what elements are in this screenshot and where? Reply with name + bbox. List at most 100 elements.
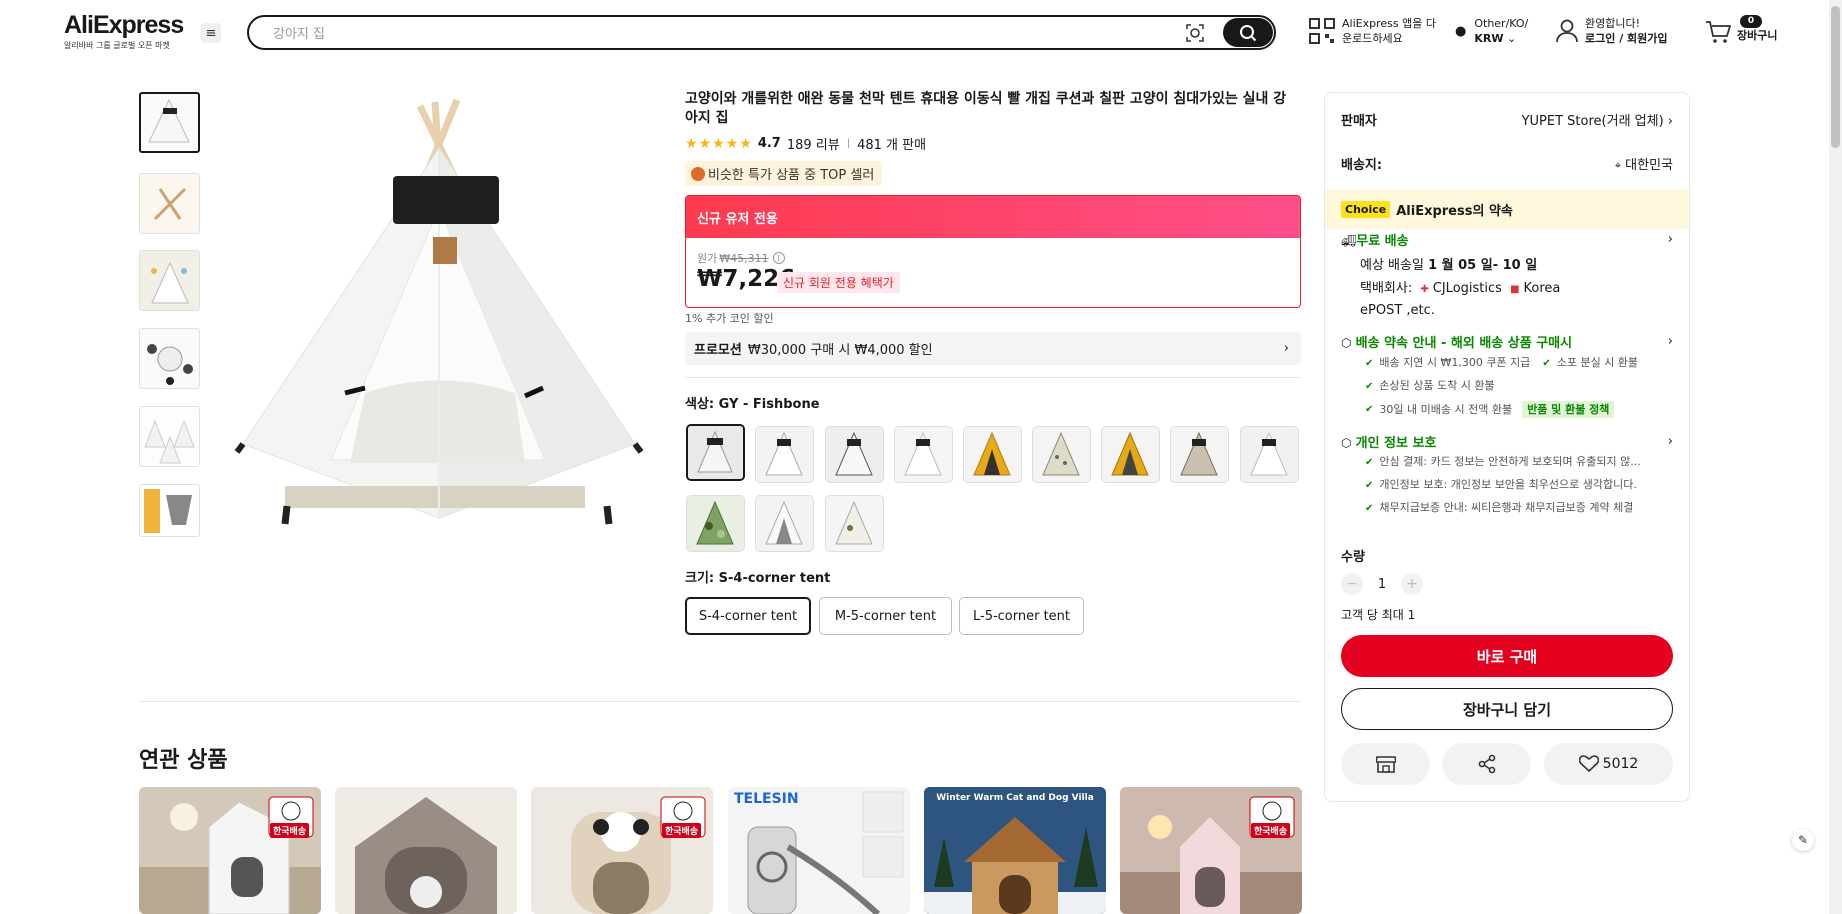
size-option-l[interactable]: L-5-corner tent <box>959 597 1084 635</box>
related-product-card[interactable]: 한국배송 <box>531 787 713 914</box>
color-swatch-9[interactable] <box>1240 426 1299 483</box>
related-product-card[interactable] <box>335 787 517 914</box>
color-swatch-7[interactable] <box>1101 426 1160 483</box>
color-swatch-5[interactable] <box>963 426 1022 483</box>
related-product-card[interactable]: 한국배송 <box>1120 787 1302 914</box>
privacy-text: 안심 결제: 카드 정보는 안전하게 보호되며 유출되지 않... <box>1379 455 1641 468</box>
increase-button[interactable]: + <box>1401 573 1423 595</box>
section-divider <box>139 701 1301 702</box>
separator: | <box>846 138 851 149</box>
refund-policy-tag[interactable]: 반품 및 환불 정책 <box>1522 401 1615 418</box>
main-product-image[interactable] <box>225 88 665 533</box>
size-option-m[interactable]: M-5-corner tent <box>819 597 952 635</box>
color-swatch-4[interactable] <box>894 426 953 483</box>
scrollbar-thumb[interactable] <box>1831 6 1840 148</box>
color-swatch-6[interactable] <box>1032 426 1091 483</box>
quantity-stepper[interactable]: − 1 + <box>1341 573 1423 595</box>
free-shipping-row[interactable]: 🚚︎무료 배송 › <box>1341 230 1673 249</box>
account-menu[interactable]: 환영합니다! 로그인 / 회원가입 <box>1556 16 1668 46</box>
chevron-down-icon: ⌄ <box>1506 32 1517 45</box>
color-swatch-3[interactable] <box>825 426 884 483</box>
delivery-eta: 예상 배송일 1 월 05 일- 10 일 <box>1360 254 1537 273</box>
shield-check-icon: ⬡ <box>1341 436 1352 450</box>
color-swatch-11[interactable] <box>755 495 814 552</box>
search-bar[interactable]: 강아지 집 <box>247 15 1276 50</box>
ship-to-value[interactable]: 대한민국 <box>1625 158 1673 173</box>
quantity-value[interactable]: 1 <box>1363 577 1401 592</box>
app-download-line2: 운로드하세요 <box>1342 32 1403 45</box>
welcome-text: 환영합니다! <box>1585 17 1641 30</box>
buy-now-button[interactable]: 바로 구매 <box>1341 635 1673 677</box>
size-option-s[interactable]: S-4-corner tent <box>685 597 811 635</box>
thumbnail-4[interactable] <box>139 328 200 389</box>
check-icon: ✔ <box>1365 457 1374 468</box>
top-seller-text: 비슷한 특가 상품 중 TOP 셀러 <box>708 168 875 183</box>
privacy-item: ✔ 개인정보 보호: 개인정보 보안을 최우선으로 생각합니다. <box>1365 477 1637 493</box>
related-product-card[interactable]: Winter Warm Cat and Dog Villa <box>924 787 1106 914</box>
quantity-label: 수량 <box>1341 550 1365 565</box>
carrier-info: 택배회사: ✚ CJLogistics ■ Korea ePOST ,etc. <box>1360 278 1660 321</box>
rating-value: 4.7 <box>757 136 781 151</box>
thumbnail-5[interactable] <box>139 406 200 467</box>
seller-name[interactable]: YUPET Store(거래 업체) <box>1522 114 1664 129</box>
color-swatch-8[interactable] <box>1170 426 1229 483</box>
promotion-row[interactable]: 프로모션 ₩30,000 구매 시 ₩4,000 할인 › <box>685 332 1301 365</box>
carrier-2: Korea <box>1523 281 1561 296</box>
product-title: 고양이와 개를위한 애완 동물 천막 텐트 휴대용 이동식 빨 개집 쿠션과 칠… <box>685 91 1287 126</box>
logo-text: AliExpress <box>64 11 184 39</box>
region-line1: Other/KO/ <box>1474 17 1529 30</box>
wishlist-button[interactable]: 5012 <box>1544 743 1673 785</box>
aliexpress-logo[interactable]: AliExpress 알리바바 그룹 글로벌 오픈 마켓 <box>64 12 184 51</box>
login-link[interactable]: 로그인 / 회원가입 <box>1585 32 1668 45</box>
check-icon: ✔ <box>1365 358 1374 369</box>
check-icon: ✔ <box>1365 503 1374 514</box>
color-label: 색상: GY - Fishbone <box>685 397 820 412</box>
add-to-cart-button[interactable]: 장바구니 담기 <box>1341 688 1673 730</box>
free-shipping-label: 무료 배송 <box>1356 234 1409 249</box>
star-icon: ★ <box>698 135 712 152</box>
decrease-button[interactable]: − <box>1341 573 1363 595</box>
color-swatch-1[interactable] <box>686 424 745 481</box>
edit-pencil-icon[interactable]: ✎ <box>1792 829 1814 851</box>
color-swatch-12[interactable] <box>825 495 884 552</box>
privacy-row[interactable]: ⬡ 개인 정보 보호 › <box>1341 432 1673 451</box>
app-download-line1: AliExpress 앱을 다 <box>1342 17 1436 30</box>
store-button[interactable] <box>1341 743 1430 785</box>
wishlist-count: 5012 <box>1602 756 1639 772</box>
privacy-text: 채무지급보증 안내: 씨티은행과 채무지급보증 계약 체결 <box>1379 501 1634 514</box>
carrier-1: CJLogistics <box>1432 281 1502 296</box>
image-search-icon[interactable] <box>1183 21 1207 45</box>
thumbnail-1[interactable] <box>139 92 200 153</box>
check-icon: ✔ <box>1365 404 1374 415</box>
star-icon: ★ <box>739 135 752 152</box>
share-button[interactable] <box>1442 743 1531 785</box>
promotion-label: 프로모션 <box>694 343 742 358</box>
check-icon: ✔ <box>1542 358 1551 369</box>
seller-label: 판매자 <box>1341 114 1377 129</box>
ship-to-row[interactable]: 배송지: ⌖ 대한민국 <box>1341 154 1673 173</box>
thumbnail-3[interactable] <box>139 250 200 311</box>
seller-row[interactable]: 판매자 YUPET Store(거래 업체) › <box>1341 110 1673 129</box>
menu-icon[interactable]: ≡ <box>201 23 221 43</box>
choice-text: AliExpress의 약속 <box>1396 203 1513 219</box>
info-icon[interactable]: i <box>772 252 785 264</box>
color-swatch-10[interactable] <box>686 495 745 552</box>
promotion-text: ₩30,000 구매 시 ₩4,000 할인 <box>747 343 933 358</box>
related-product-card[interactable]: 한국배송 <box>139 787 321 914</box>
app-download[interactable]: AliExpress 앱을 다운로드하세요 <box>1309 16 1436 46</box>
thumbnail-6[interactable] <box>139 484 200 537</box>
chevron-right-icon: › <box>1667 114 1673 129</box>
privacy-item: ✔ 안심 결제: 카드 정보는 안전하게 보호되며 유출되지 않... <box>1365 454 1641 470</box>
card-tag: 한국배송 <box>270 823 310 838</box>
related-product-card[interactable]: TELESIN <box>728 787 910 914</box>
heart-icon <box>1578 755 1599 773</box>
color-swatch-2[interactable] <box>755 426 814 483</box>
thumbnail-2[interactable] <box>139 173 200 234</box>
price-tag: 신규 회원 전용 혜택가 <box>777 272 900 293</box>
review-count[interactable]: 189 리뷰 <box>787 134 840 153</box>
search-input[interactable]: 강아지 집 <box>273 23 1183 42</box>
search-button[interactable] <box>1223 18 1273 47</box>
region-selector[interactable]: ● Other/KO/KRW ⌄ <box>1455 16 1528 46</box>
delivery-promise-row[interactable]: ⬡ 배송 약속 안내 - 해외 배송 상품 구매시 › <box>1341 332 1673 351</box>
rating-row[interactable]: ★ ★ ★ ★ ★ 4.7 189 리뷰 | 481 개 판매 <box>685 134 926 153</box>
